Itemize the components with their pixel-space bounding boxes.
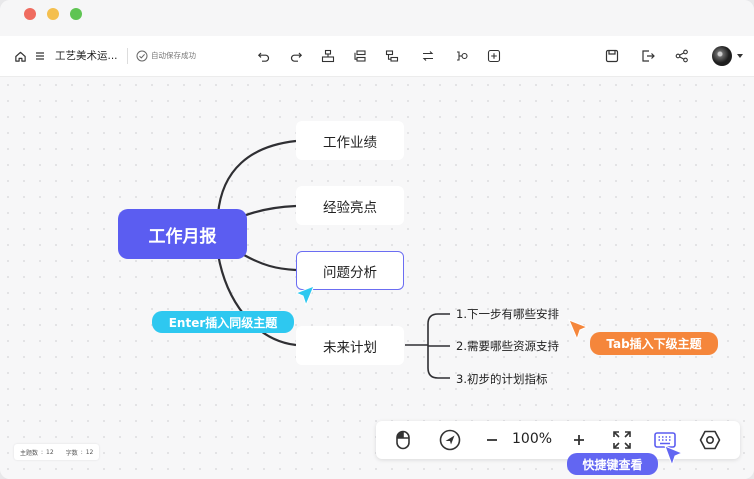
settings-icon[interactable] <box>696 421 724 459</box>
mindmap-connectors <box>216 139 450 379</box>
topic-node[interactable]: 经验亮点 <box>296 186 404 225</box>
char-count-value: 12 <box>85 448 94 456</box>
stats-separator: : <box>41 448 44 456</box>
subtopic-node[interactable]: 3.初步的计划指标 <box>456 371 547 387</box>
zoom-level: 100% <box>512 431 553 447</box>
mouse-icon[interactable] <box>390 421 416 459</box>
enter-hint-badge: Enter插入同级主题 <box>152 311 294 333</box>
zoom-out-icon[interactable] <box>482 421 502 459</box>
topic-node[interactable]: 未来计划 <box>296 326 404 365</box>
topic-count-value: 12 <box>46 448 54 456</box>
cursor-arrow-icon <box>568 319 589 341</box>
subtopic-node[interactable]: 1.下一步有哪些安排 <box>456 306 559 322</box>
app-window: 工艺美术运... 自动保存成功 工作月报 工作业绩 经验亮点 问题分析 未来计划… <box>0 0 754 479</box>
shortcut-hint-badge: 快捷键查看 <box>567 453 658 475</box>
cursor-arrow-icon <box>664 445 684 467</box>
locate-icon[interactable] <box>436 421 464 459</box>
cursor-arrow-icon <box>294 285 315 307</box>
subtopic-node[interactable]: 2.需要哪些资源支持 <box>456 338 559 354</box>
topic-node[interactable]: 工作业绩 <box>296 121 404 160</box>
root-topic[interactable]: 工作月报 <box>118 209 247 259</box>
stats-separator: : <box>80 448 83 456</box>
tab-hint-badge: Tab插入下级主题 <box>590 332 718 355</box>
document-stats: 主题数: 12 字数: 12 <box>14 444 100 460</box>
char-count-label: 字数 <box>65 449 78 457</box>
topic-count-label: 主题数 <box>20 449 39 457</box>
